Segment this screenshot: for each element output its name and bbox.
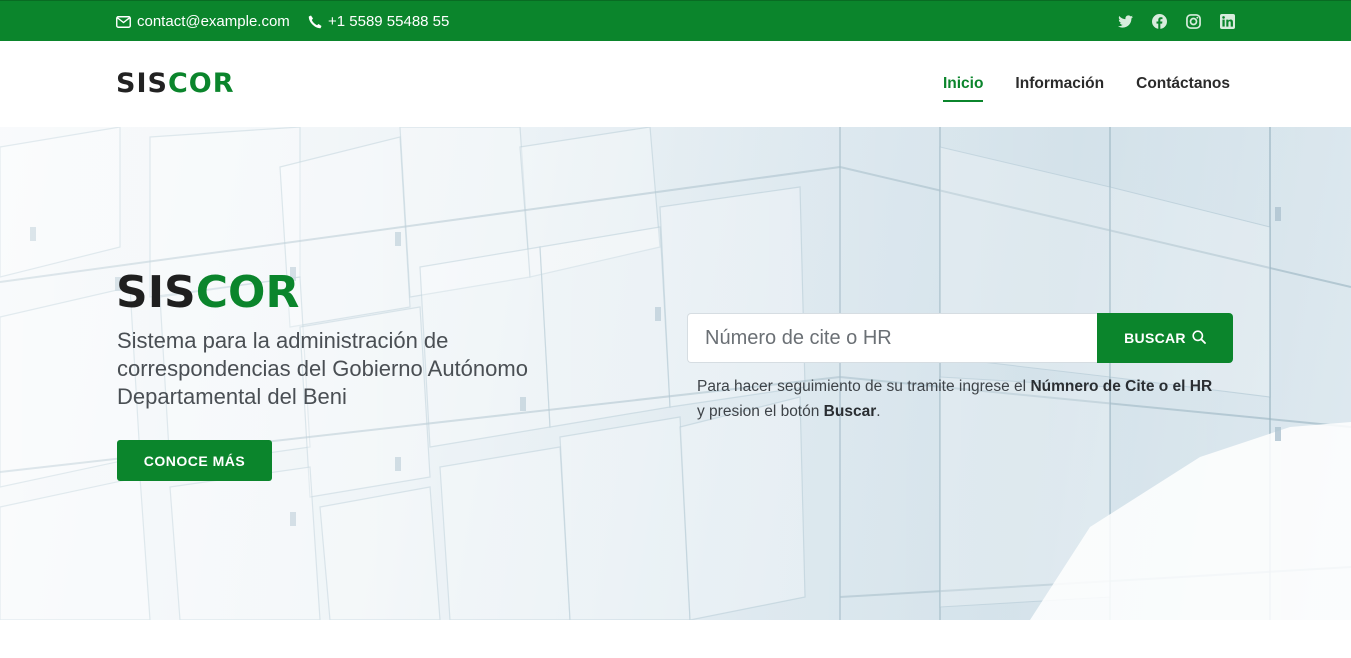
contact-email[interactable]: contact@example.com bbox=[116, 13, 290, 30]
site-header: SISCOR Inicio Información Contáctanos bbox=[0, 41, 1351, 127]
logo-part1: SIS bbox=[116, 68, 168, 99]
envelope-icon bbox=[116, 15, 131, 28]
phone-text: +1 5589 55488 55 bbox=[328, 13, 450, 30]
help-suffix: . bbox=[876, 403, 881, 420]
instagram-icon[interactable] bbox=[1185, 13, 1201, 29]
twitter-icon[interactable] bbox=[1117, 13, 1133, 29]
buscar-button[interactable]: BUSCAR bbox=[1097, 313, 1233, 363]
hero-section: SISCOR Sistema para la administración de… bbox=[0, 127, 1351, 620]
search-form: BUSCAR bbox=[687, 313, 1233, 363]
help-bold-buscar: Buscar bbox=[823, 403, 877, 420]
top-bar: contact@example.com +1 5589 55488 55 bbox=[0, 0, 1351, 41]
buscar-label: BUSCAR bbox=[1124, 330, 1186, 346]
social-links bbox=[1117, 13, 1235, 29]
help-middle: y presion el botón bbox=[697, 403, 824, 420]
search-icon bbox=[1192, 329, 1206, 347]
hero-subtitle: Sistema para la administración de corres… bbox=[117, 328, 528, 409]
search-help-text: Para hacer seguimiento de su tramite ing… bbox=[697, 374, 1217, 424]
facebook-icon[interactable] bbox=[1151, 13, 1167, 29]
nav-item-contactanos[interactable]: Contáctanos bbox=[1136, 75, 1230, 102]
help-prefix: Para hacer seguimiento de su tramite ing… bbox=[697, 378, 1031, 395]
logo-part2: COR bbox=[167, 68, 235, 99]
hero-brand-part2: COR bbox=[195, 267, 300, 318]
hero-brand: SISCOR bbox=[116, 267, 299, 318]
conoce-mas-button[interactable]: CONOCE MÁS bbox=[117, 440, 272, 481]
nav-item-inicio[interactable]: Inicio bbox=[942, 75, 984, 102]
main-nav: Inicio Información Contáctanos bbox=[942, 75, 1230, 102]
nav-item-informacion[interactable]: Información bbox=[1015, 75, 1104, 102]
hero-brand-part1: SIS bbox=[116, 267, 196, 318]
email-text: contact@example.com bbox=[137, 13, 290, 30]
page-bottom bbox=[0, 620, 1351, 658]
phone-icon bbox=[308, 15, 322, 29]
search-input[interactable] bbox=[687, 313, 1097, 363]
help-bold-cite: Númnero de Cite o el HR bbox=[1030, 378, 1213, 395]
site-logo[interactable]: SISCOR bbox=[116, 68, 235, 99]
linkedin-icon[interactable] bbox=[1219, 13, 1235, 29]
contact-phone[interactable]: +1 5589 55488 55 bbox=[308, 13, 449, 30]
